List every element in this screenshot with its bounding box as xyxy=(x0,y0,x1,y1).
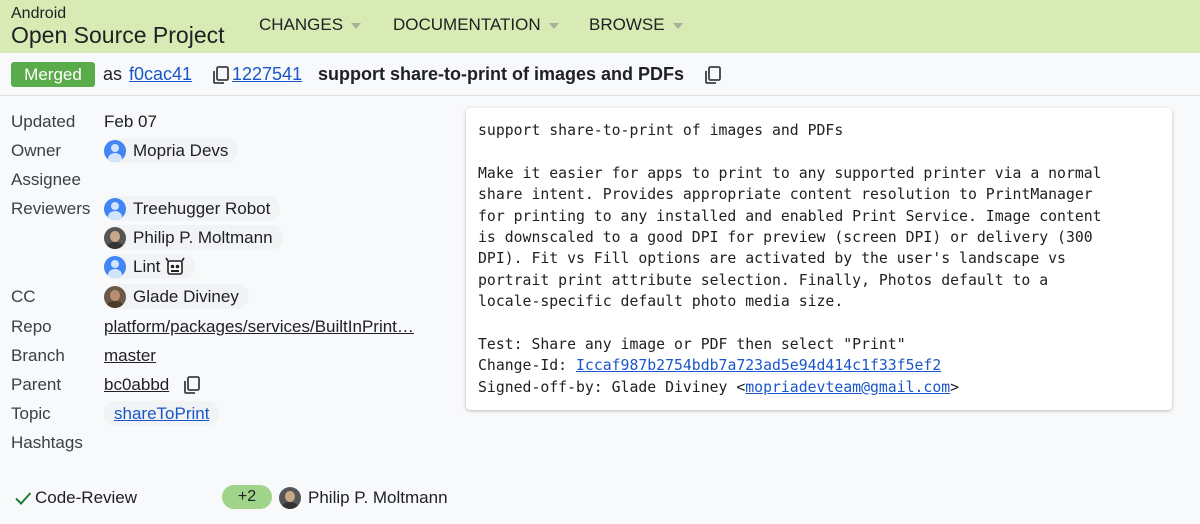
code-review-label: Code-Review xyxy=(35,487,138,507)
copy-icon[interactable] xyxy=(703,65,723,85)
branch-link[interactable]: master xyxy=(104,346,156,366)
owner-label: Owner xyxy=(11,141,62,160)
commit-link[interactable]: f0cac41 xyxy=(129,64,192,85)
avatar xyxy=(104,226,126,249)
reviewer-name: Lint xyxy=(133,256,161,276)
reviewer-chip[interactable]: Lint xyxy=(104,254,196,279)
commit-body: Make it easier for apps to print to any … xyxy=(478,164,1102,311)
reviewer-account[interactable]: Lint xyxy=(104,254,196,279)
change-subject: support share-to-print of images and PDF… xyxy=(318,64,685,84)
updated-value: Feb 07 xyxy=(104,112,157,131)
copy-icon[interactable] xyxy=(211,65,231,85)
status-badge: Merged xyxy=(11,62,95,87)
reviewer-account[interactable]: Treehugger Robot xyxy=(104,196,281,221)
copy-icon[interactable] xyxy=(182,375,202,395)
voter-name: Philip P. Moltmann xyxy=(308,487,448,507)
robot-icon xyxy=(165,257,186,275)
vote-value-badge: +2 xyxy=(222,485,272,509)
commit-message-panel: support share-to-print of images and PDF… xyxy=(466,108,1172,410)
avatar xyxy=(104,255,126,278)
parent-label: Parent xyxy=(11,375,62,394)
cc-account[interactable]: Glade Diviney xyxy=(104,284,249,309)
owner-chip[interactable]: Mopria Devs xyxy=(104,138,239,163)
nav-documentation-label: DOCUMENTATION xyxy=(393,15,541,34)
cc-label: CC xyxy=(11,287,36,306)
assignee-label: Assignee xyxy=(11,170,81,189)
as-label: as xyxy=(103,64,123,84)
code-review-label-row: Code-Review xyxy=(13,485,137,510)
avatar xyxy=(104,285,126,308)
avatar xyxy=(104,139,126,162)
chevron-down-icon xyxy=(672,23,683,29)
nav-changes[interactable]: CHANGES xyxy=(259,15,362,35)
reviewer-chip[interactable]: Philip P. Moltmann xyxy=(104,225,283,250)
nav-browse[interactable]: BROWSE xyxy=(589,15,683,35)
voter-chip[interactable]: Philip P. Moltmann xyxy=(279,485,448,510)
signed-off-close: > xyxy=(950,378,960,396)
check-icon xyxy=(15,491,32,505)
commit-message: support share-to-print of images and PDF… xyxy=(478,120,1102,398)
reviewer-name: Treehugger Robot xyxy=(133,198,271,218)
commit-test-line: Test: Share any image or PDF then select… xyxy=(478,336,906,354)
change-id-link[interactable]: Iccaf987b2754bdb7a723ad5e94d414c1f33f5ef… xyxy=(576,357,941,374)
commit-subject-line: support share-to-print of images and PDF… xyxy=(478,122,844,139)
nav-browse-label: BROWSE xyxy=(589,15,665,34)
hashtags-label: Hashtags xyxy=(11,433,83,452)
topic-chip[interactable]: shareToPrint xyxy=(104,401,220,426)
top-header: Android Open Source Project CHANGES DOCU… xyxy=(0,0,1200,53)
change-number-link[interactable]: 1227541 xyxy=(232,64,302,85)
branch-label: Branch xyxy=(11,346,65,365)
cc-chip[interactable]: Glade Diviney xyxy=(104,284,249,309)
change-id-label: Change-Id: xyxy=(478,357,576,375)
parent-link[interactable]: bc0abbd xyxy=(104,375,169,395)
repo-link[interactable]: platform/packages/services/BuiltInPrint… xyxy=(104,317,414,337)
repo-label: Repo xyxy=(11,317,52,336)
topic-label: Topic xyxy=(11,404,51,423)
brand-android[interactable]: Android xyxy=(11,5,66,23)
nav-changes-label: CHANGES xyxy=(259,15,344,34)
reviewer-chip[interactable]: Treehugger Robot xyxy=(104,196,281,221)
updated-label: Updated xyxy=(11,112,76,131)
signed-off-label: Signed-off-by: Glade Diviney < xyxy=(478,378,746,396)
nav-documentation[interactable]: DOCUMENTATION xyxy=(393,15,559,35)
reviewer-account[interactable]: Philip P. Moltmann xyxy=(104,225,283,250)
signed-off-email-link[interactable]: mopriadevteam@gmail.com xyxy=(745,379,950,396)
brand-project[interactable]: Open Source Project xyxy=(11,22,225,49)
topic-pill[interactable]: shareToPrint xyxy=(104,401,220,426)
chevron-down-icon xyxy=(548,23,559,29)
avatar xyxy=(104,197,126,220)
reviewer-name: Philip P. Moltmann xyxy=(133,227,273,247)
topic-link[interactable]: shareToPrint xyxy=(114,404,209,424)
avatar xyxy=(279,486,301,509)
reviewers-label: Reviewers xyxy=(11,199,91,218)
cc-name: Glade Diviney xyxy=(133,286,239,306)
chevron-down-icon xyxy=(351,23,362,29)
owner-name: Mopria Devs xyxy=(133,140,229,160)
owner-account[interactable]: Mopria Devs xyxy=(104,138,239,163)
